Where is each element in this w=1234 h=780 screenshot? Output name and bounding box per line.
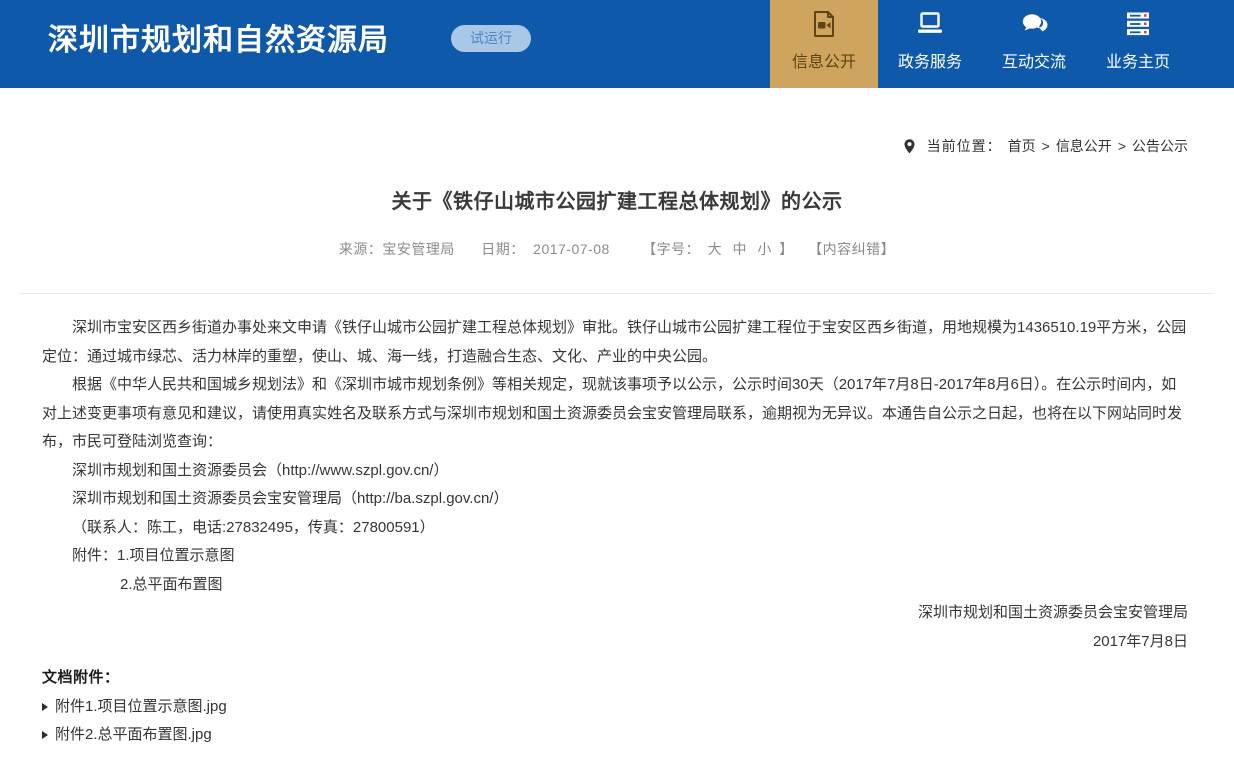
nav-tab-label: 信息公开 xyxy=(792,48,856,72)
page-title: 关于《铁仔山城市公园扩建工程总体规划》的公示 xyxy=(0,185,1234,214)
site-title[interactable]: 深圳市规划和自然资源局 xyxy=(0,0,389,88)
document-video-icon xyxy=(809,9,839,39)
breadcrumb-label: 当前位置： xyxy=(927,136,1002,156)
font-size-large-button[interactable]: 大 xyxy=(708,239,723,259)
article-date-label: 日期： xyxy=(481,239,525,259)
main-nav: 信息公开 政务服务 互动交流 xyxy=(770,0,1234,88)
attachment-filename: 附件2.总平面布置图.jpg xyxy=(55,721,212,750)
contact-line: （联系人：陈工，电话:27832495，传真：27800591） xyxy=(42,514,1188,543)
nav-tab-interaction[interactable]: 互动交流 xyxy=(982,0,1086,88)
signature-date: 2017年7月8日 xyxy=(42,628,1188,657)
attachments-heading: 文档附件： xyxy=(42,664,1188,693)
paragraph: 根据《中华人民共和国城乡规划法》和《深圳市城市规划条例》等相关规定，现就该事项予… xyxy=(42,371,1188,457)
font-size-small-button[interactable]: 小 xyxy=(757,239,772,259)
paragraph: 深圳市宝安区西乡街道办事处来文申请《铁仔山城市公园扩建工程总体规划》审批。铁仔山… xyxy=(42,314,1188,371)
nav-tab-government-services[interactable]: 政务服务 xyxy=(878,0,982,88)
breadcrumb-item-announcements[interactable]: 公告公示 xyxy=(1132,136,1188,156)
breadcrumb-item-home[interactable]: 首页 xyxy=(1008,136,1036,156)
article-source: 来源：宝安管理局 xyxy=(339,239,455,259)
annex-line-2: 2.总平面布置图 xyxy=(42,571,1188,600)
attachment-filename: 附件1.项目位置示意图.jpg xyxy=(55,693,227,722)
site-header: 深圳市规划和自然资源局 试运行 信息公开 政务服务 xyxy=(0,0,1234,88)
document-attachments: 文档附件： 附件1.项目位置示意图.jpg 附件2.总平面布置图.jpg xyxy=(0,656,1234,780)
article-date: 2017-07-08 xyxy=(533,241,610,257)
location-pin-icon xyxy=(903,138,916,155)
attachment-link-1[interactable]: 附件1.项目位置示意图.jpg xyxy=(42,693,1188,722)
triangle-bullet-icon xyxy=(42,703,48,711)
nav-tab-label: 互动交流 xyxy=(1002,48,1066,72)
font-size-medium-button[interactable]: 中 xyxy=(732,239,747,259)
breadcrumb: 当前位置： 首页 > 信息公开 > 公告公示 xyxy=(0,137,1234,155)
article-meta: 来源：宝安管理局 日期： 2017-07-08 【字号： 大 中 小 】 【内容… xyxy=(0,239,1234,259)
breadcrumb-separator: > xyxy=(1042,138,1050,154)
website-line: 深圳市规划和国土资源委员会（http://www.szpl.gov.cn/） xyxy=(42,457,1188,486)
website-line: 深圳市规划和国土资源委员会宝安管理局（http://ba.szpl.gov.cn… xyxy=(42,485,1188,514)
nav-tab-business-home[interactable]: 业务主页 xyxy=(1086,0,1190,88)
signature: 深圳市规划和国土资源委员会宝安管理局 xyxy=(42,599,1188,628)
chat-bubbles-icon xyxy=(1019,9,1049,39)
content-correction-button[interactable]: 【内容纠错】 xyxy=(808,239,895,259)
font-size-label-close: 】 xyxy=(779,239,794,259)
nav-tab-info-disclosure[interactable]: 信息公开 xyxy=(770,0,878,88)
triangle-bullet-icon xyxy=(42,731,48,739)
annex-line-1: 附件：1.项目位置示意图 xyxy=(42,542,1188,571)
breadcrumb-separator: > xyxy=(1118,138,1126,154)
attachment-link-2[interactable]: 附件2.总平面布置图.jpg xyxy=(42,721,1188,750)
trial-run-badge: 试运行 xyxy=(451,25,531,52)
font-size-label: 【字号： xyxy=(642,239,700,259)
nav-tab-label: 政务服务 xyxy=(898,48,962,72)
article-body: 深圳市宝安区西乡街道办事处来文申请《铁仔山城市公园扩建工程总体规划》审批。铁仔山… xyxy=(0,294,1234,656)
nav-tab-label: 业务主页 xyxy=(1106,48,1170,72)
laptop-icon xyxy=(915,9,945,39)
server-list-icon xyxy=(1123,9,1153,39)
breadcrumb-item-info-disclosure[interactable]: 信息公开 xyxy=(1056,136,1112,156)
